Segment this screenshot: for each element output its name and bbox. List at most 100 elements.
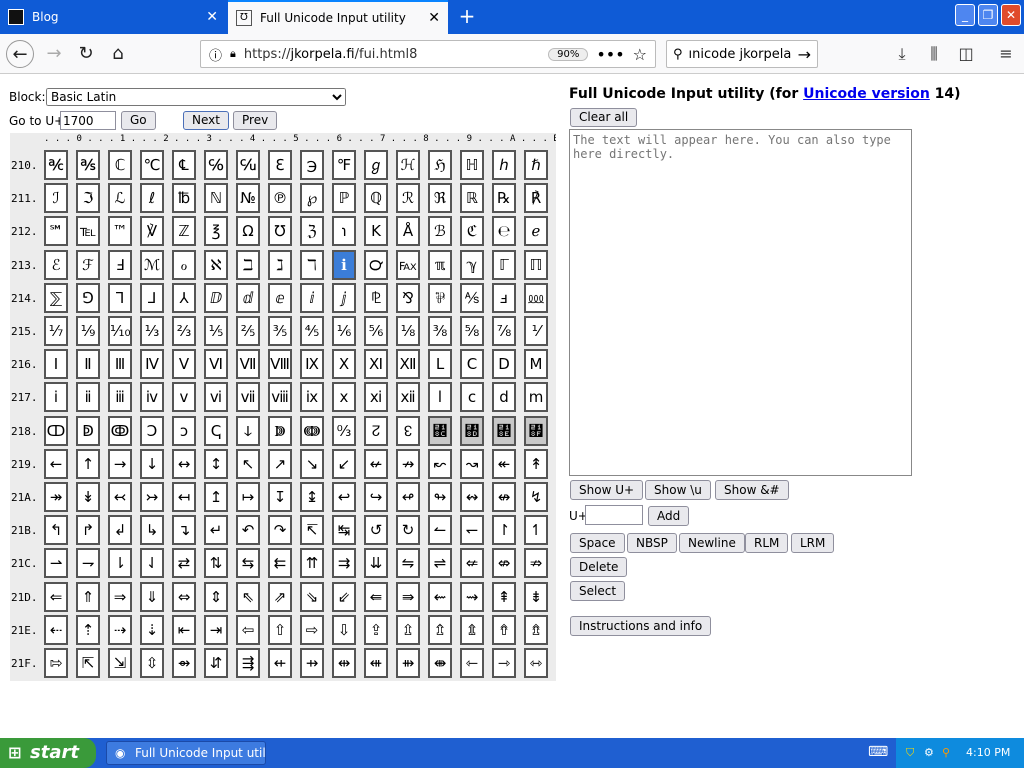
char-cell[interactable]: ⇁ <box>76 548 100 578</box>
char-cell[interactable]: ℚ <box>364 183 388 213</box>
char-cell[interactable]: ⅌ <box>428 283 452 313</box>
char-cell[interactable]: ↼ <box>428 515 452 545</box>
char-cell[interactable]: ℏ <box>524 150 548 180</box>
char-cell[interactable]: ℵ <box>204 250 228 280</box>
char-cell[interactable]: ↰ <box>44 515 68 545</box>
char-cell[interactable]: ↩ <box>332 482 356 512</box>
char-cell[interactable]: ⅄ <box>172 283 196 313</box>
char-cell[interactable]: ⅰ <box>44 382 68 412</box>
char-cell[interactable]: ⇔ <box>172 582 196 612</box>
start-button[interactable]: ⊞ start <box>0 738 96 768</box>
char-cell[interactable]: ℽ <box>460 250 484 280</box>
char-cell[interactable]: ↅ <box>204 416 228 446</box>
char-cell[interactable]: Ⅎ <box>108 250 132 280</box>
char-cell[interactable]: K <box>364 216 388 246</box>
char-cell[interactable]: Ⅲ <box>108 349 132 379</box>
char-cell[interactable]: ↞ <box>492 449 516 479</box>
char-cell[interactable]: ⇀ <box>44 548 68 578</box>
page-actions-icon[interactable]: ••• <box>596 45 624 64</box>
char-cell[interactable]: ⇐ <box>44 582 68 612</box>
clear-all-button[interactable]: Clear all <box>570 108 638 127</box>
char-cell[interactable]: ↑ <box>76 449 100 479</box>
search-bar[interactable]: ⚲ ınicode jkorpela → <box>666 40 818 68</box>
char-cell[interactable]: ⅔ <box>172 316 196 346</box>
char-cell[interactable]: ℱ <box>76 250 100 280</box>
char-cell[interactable]: Ↄ <box>140 416 164 446</box>
char-cell[interactable]: ← <box>44 449 68 479</box>
char-cell[interactable]: Ⅴ <box>172 349 196 379</box>
char-cell[interactable]: ⇪ <box>364 615 388 645</box>
minimize-icon[interactable]: _ <box>955 4 975 26</box>
char-cell[interactable]: ⇧ <box>268 615 292 645</box>
prev-button[interactable]: Prev <box>233 111 278 130</box>
char-cell[interactable]: Ⅷ <box>268 349 292 379</box>
search-text[interactable]: ınicode jkorpela <box>689 47 792 62</box>
char-cell[interactable]: ⅻ <box>396 382 420 412</box>
char-cell[interactable]: ⅚ <box>364 316 388 346</box>
char-cell[interactable]: ↆ <box>236 416 260 446</box>
char-cell[interactable]: ⅎ <box>492 283 516 313</box>
char-cell[interactable]: ⅕ <box>204 316 228 346</box>
char-cell[interactable]: ⇤ <box>172 615 196 645</box>
char-cell[interactable]: ↔ <box>172 449 196 479</box>
char-cell[interactable]: ℅ <box>204 150 228 180</box>
char-cell[interactable]: ℆ <box>236 150 260 180</box>
char-cell[interactable]: ⅍ <box>460 283 484 313</box>
char-cell[interactable]: ⇃ <box>140 548 164 578</box>
char-cell[interactable]: ⇣ <box>140 615 164 645</box>
char-cell[interactable]: ⅼ <box>428 382 452 412</box>
char-cell[interactable]: Ⅽ <box>460 349 484 379</box>
search-tray-icon[interactable]: ⚲ <box>942 738 950 768</box>
char-cell[interactable]: ℷ <box>268 250 292 280</box>
url-text[interactable]: https://jkorpela.fi/fui.html8 <box>244 47 540 62</box>
char-cell[interactable]: → <box>108 449 132 479</box>
show-u-button[interactable]: Show U+ <box>570 480 644 500</box>
char-cell[interactable]: ⇯ <box>524 615 548 645</box>
char-cell[interactable]: ↈ <box>300 416 324 446</box>
char-cell[interactable]: ⅷ <box>268 382 292 412</box>
char-cell[interactable]: ℞ <box>492 183 516 213</box>
char-cell[interactable]: ↄ <box>172 416 196 446</box>
unicode-version-link[interactable]: Unicode version <box>803 86 930 102</box>
char-cell[interactable]: ℡ <box>76 216 100 246</box>
char-cell[interactable]: Ⅼ <box>428 349 452 379</box>
char-cell[interactable]: ⇢ <box>108 615 132 645</box>
char-cell[interactable]: ℩ <box>332 216 356 246</box>
char-cell[interactable]: ⅞ <box>492 316 516 346</box>
char-cell[interactable]: ↻ <box>396 515 420 545</box>
char-cell[interactable]: ⇭ <box>460 615 484 645</box>
bookmark-star-icon[interactable]: ☆ <box>633 45 647 64</box>
close-tab-icon[interactable]: ✕ <box>206 9 218 25</box>
char-cell[interactable]: ⅜ <box>428 316 452 346</box>
char-cell[interactable]: ↀ <box>44 416 68 446</box>
char-cell[interactable]: ↙ <box>332 449 356 479</box>
char-cell[interactable]: ℬ <box>428 216 452 246</box>
char-cell[interactable]: ⇮ <box>492 615 516 645</box>
char-cell[interactable]: ⅊ <box>364 283 388 313</box>
char-cell[interactable]: ↫ <box>396 482 420 512</box>
char-cell[interactable]: ↇ <box>268 416 292 446</box>
lrm-button[interactable]: LRM <box>791 533 835 553</box>
char-cell[interactable]: ℭ <box>460 216 484 246</box>
char-cell[interactable]: ⇨ <box>300 615 324 645</box>
char-cell[interactable]: ⇈ <box>300 548 324 578</box>
delete-button[interactable]: Delete <box>570 557 628 577</box>
char-cell[interactable]: ⇄ <box>172 548 196 578</box>
char-cell[interactable]: ↯ <box>524 482 548 512</box>
char-cell[interactable]: ⅴ <box>172 382 196 412</box>
char-cell[interactable]: ↓ <box>140 449 164 479</box>
char-cell[interactable]: ℺ <box>364 250 388 280</box>
char-cell[interactable]: ⅂ <box>108 283 132 313</box>
char-cell[interactable]: ↠ <box>44 482 68 512</box>
char-cell[interactable]: ↖ <box>236 449 260 479</box>
char-cell[interactable]: Ⅱ <box>76 349 100 379</box>
char-cell[interactable]: ⇙ <box>332 582 356 612</box>
window-close-icon[interactable]: ✕ <box>1001 4 1021 26</box>
char-cell[interactable]: ⅋ <box>396 283 420 313</box>
char-cell[interactable]: ℃ <box>140 150 164 180</box>
char-cell[interactable]: ↗ <box>268 449 292 479</box>
char-cell[interactable]: ⇊ <box>364 548 388 578</box>
char-cell[interactable]: ⅵ <box>204 382 228 412</box>
char-cell[interactable]: ⇸ <box>300 648 324 678</box>
zoom-indicator[interactable]: 90% <box>548 47 589 61</box>
